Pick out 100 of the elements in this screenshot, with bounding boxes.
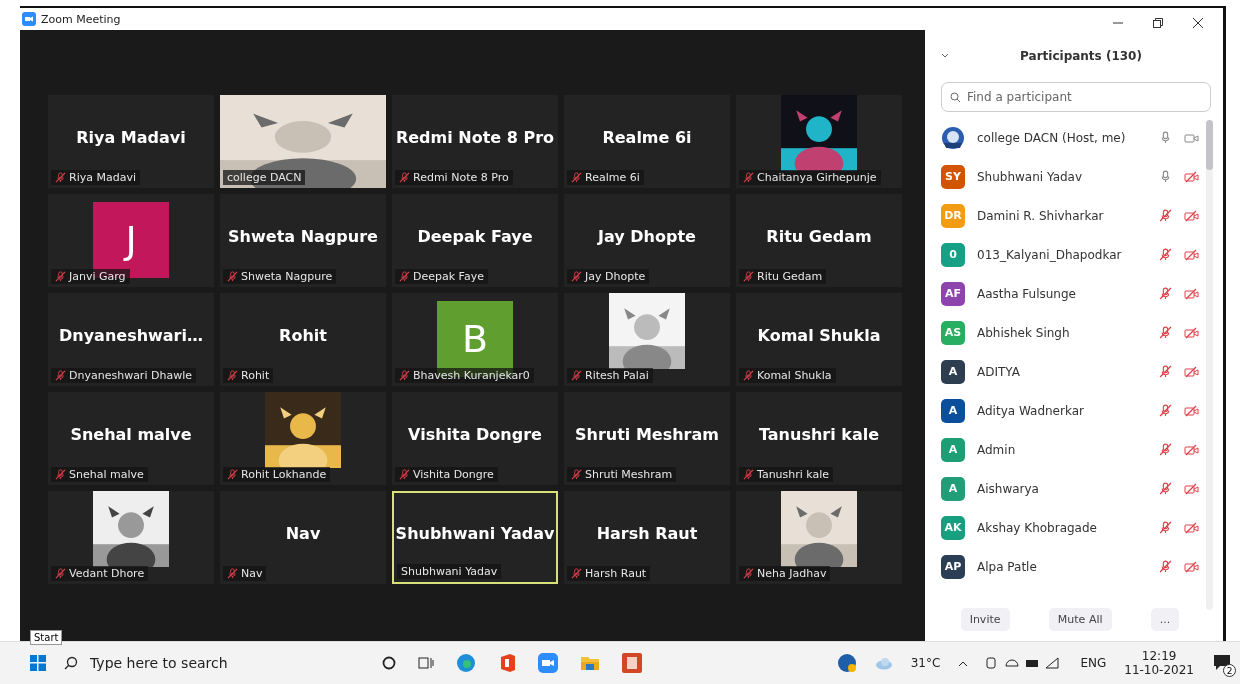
participant-row[interactable]: A Aishwarya bbox=[941, 469, 1199, 508]
name-label: Tanushri kale bbox=[739, 467, 834, 482]
participant-name: Jay Dhopte bbox=[598, 227, 696, 246]
video-tile[interactable]: Chaitanya Girhepunje bbox=[736, 95, 902, 188]
video-tile[interactable]: Ritu Gedam Ritu Gedam bbox=[736, 194, 902, 287]
participant-row[interactable]: 0 013_Kalyani_Dhapodkar bbox=[941, 235, 1199, 274]
panel-button[interactable]: Invite bbox=[960, 607, 1010, 631]
video-tile[interactable]: Rohit Lokhande bbox=[220, 392, 386, 485]
help-icon[interactable] bbox=[836, 653, 857, 674]
avatar: A bbox=[941, 359, 965, 384]
video-camera-app-icon[interactable] bbox=[538, 653, 558, 674]
participant-row[interactable]: college DACN (Host, me) bbox=[941, 118, 1199, 157]
task-view-icon[interactable] bbox=[418, 656, 434, 671]
participant-name: Realme 6i bbox=[602, 128, 692, 147]
video-tile[interactable]: Shweta Nagpure Shweta Nagpure bbox=[220, 194, 386, 287]
time: 12:19 bbox=[1141, 649, 1177, 664]
participant-name: Shubhwani Yadav bbox=[977, 169, 1084, 184]
participant-row[interactable]: AK Akshay Khobragade bbox=[941, 508, 1199, 547]
video-tile[interactable]: Dnyaneshwari… Dnyaneshwari Dhawle bbox=[48, 293, 214, 386]
participant-row[interactable]: AP Alpa Patle bbox=[941, 547, 1199, 586]
date: 11-10-2021 bbox=[1124, 663, 1194, 678]
name-label: Shruti Meshram bbox=[567, 467, 677, 482]
avatar: AF bbox=[941, 281, 965, 306]
participant-name: Alpa Patle bbox=[977, 559, 1038, 574]
participant-name: Shubhwani Yadav bbox=[395, 524, 555, 543]
presentation-app-icon[interactable] bbox=[622, 653, 642, 674]
close-icon[interactable] bbox=[1193, 18, 1203, 28]
video-tile[interactable]: college DACN bbox=[220, 95, 386, 188]
chevron-up-icon[interactable] bbox=[958, 659, 969, 667]
video-tile[interactable]: Ritesh Palai bbox=[564, 293, 730, 386]
search-field[interactable]: Find a participant bbox=[941, 82, 1211, 112]
video-tile[interactable]: Vishita Dongre Vishita Dongre bbox=[392, 392, 558, 485]
participant-row[interactable]: DR Damini R. Shivharkar bbox=[941, 196, 1199, 235]
participant-name: Aditya Wadnerkar bbox=[977, 403, 1085, 418]
name-label: Chaitanya Girhepunje bbox=[739, 170, 881, 185]
participant-name: Aishwarya bbox=[977, 481, 1040, 496]
panel-button[interactable]: ... bbox=[1150, 607, 1180, 631]
video-tile[interactable]: Redmi Note 8 Pro Redmi Note 8 Pro bbox=[392, 95, 558, 188]
participant-row[interactable]: A Aditya Wadnerkar bbox=[941, 391, 1199, 430]
participant-row[interactable]: AF Aastha Fulsunge bbox=[941, 274, 1199, 313]
search-icon bbox=[950, 91, 961, 103]
search-icon bbox=[64, 656, 78, 671]
name-label: Komal Shukla bbox=[739, 368, 836, 383]
participant-name: Deepak Faye bbox=[417, 227, 533, 246]
video-tile[interactable]: Deepak Faye Deepak Faye bbox=[392, 194, 558, 287]
name-label: Shubhwani Yadav bbox=[397, 564, 502, 579]
video-tile[interactable]: Rohit Rohit bbox=[220, 293, 386, 386]
video-tile[interactable]: J Janvi Garg bbox=[48, 194, 214, 287]
clock[interactable]: 12:19 11-10-2021 bbox=[1124, 649, 1194, 678]
video-tile[interactable]: Nav Nav bbox=[220, 491, 386, 584]
name-label: Harsh Raut bbox=[567, 566, 651, 581]
video-tile[interactable]: Vedant Dhore bbox=[48, 491, 214, 584]
name-label: Neha Jadhav bbox=[739, 566, 831, 581]
scrollbar[interactable] bbox=[1206, 120, 1213, 610]
participant-row[interactable]: SY Shubhwani Yadav bbox=[941, 157, 1199, 196]
name-label: Redmi Note 8 Pro bbox=[395, 170, 513, 185]
edge-browser-icon[interactable] bbox=[456, 653, 476, 674]
participant-row[interactable]: A Admin bbox=[941, 430, 1199, 469]
video-tile[interactable]: Tanushri kale Tanushri kale bbox=[736, 392, 902, 485]
participant-name: 013_Kalyani_Dhapodkar bbox=[977, 247, 1123, 262]
video-tile[interactable]: Jay Dhopte Jay Dhopte bbox=[564, 194, 730, 287]
name-label: Dnyaneshwari Dhawle bbox=[51, 368, 196, 383]
participant-name: Damini R. Shivharkar bbox=[977, 208, 1105, 223]
cortana-icon[interactable] bbox=[382, 656, 396, 671]
active-speaker-tile[interactable]: Shubhwani Yadav Shubhwani Yadav bbox=[392, 491, 558, 584]
video-tile[interactable]: Neha Jadhav bbox=[736, 491, 902, 584]
participant-name: Shruti Meshram bbox=[575, 425, 719, 444]
panel-button[interactable]: Mute All bbox=[1048, 607, 1112, 631]
folder-icon[interactable] bbox=[580, 654, 600, 673]
participant-name: Akshay Khobragade bbox=[977, 520, 1098, 535]
name-label: Realme 6i bbox=[567, 170, 644, 185]
participant-name: Rohit bbox=[279, 326, 327, 345]
participant-name: Tanushri kale bbox=[758, 425, 880, 444]
avatar: SY bbox=[941, 164, 965, 189]
participant-name: Admin bbox=[977, 442, 1017, 457]
name-label: Nav bbox=[223, 566, 267, 581]
windows-start-icon[interactable] bbox=[30, 655, 46, 672]
office-icon[interactable] bbox=[498, 653, 516, 674]
participant-name: ADITYA bbox=[977, 364, 1021, 379]
video-tile[interactable]: Snehal malve Snehal malve bbox=[48, 392, 214, 485]
name-label: Vedant Dhore bbox=[51, 566, 149, 581]
participant-name: Shweta Nagpure bbox=[228, 227, 378, 246]
participant-row[interactable]: AS Abhishek Singh bbox=[941, 313, 1199, 352]
chevron-down-icon[interactable] bbox=[941, 53, 949, 59]
name-label: Bhavesh Kuranjekar0 bbox=[395, 368, 534, 383]
avatar: DR bbox=[941, 203, 965, 228]
name-label: Snehal malve bbox=[51, 467, 148, 482]
video-tile[interactable]: Komal Shukla Komal Shukla bbox=[736, 293, 902, 386]
input-language[interactable]: ENG bbox=[1080, 656, 1107, 671]
taskbar-search-field[interactable]: Type here to search bbox=[88, 654, 352, 673]
restore-icon[interactable] bbox=[1153, 18, 1163, 28]
video-tile[interactable]: B Bhavesh Kuranjekar0 bbox=[392, 293, 558, 386]
name-label: Deepak Faye bbox=[395, 269, 488, 284]
video-tile[interactable]: Harsh Raut Harsh Raut bbox=[564, 491, 730, 584]
participant-name: college DACN (Host, me) bbox=[977, 130, 1127, 145]
video-tile[interactable]: Shruti Meshram Shruti Meshram bbox=[564, 392, 730, 485]
video-tile[interactable]: Riya Madavi Riya Madavi bbox=[48, 95, 214, 188]
participant-row[interactable]: A ADITYA bbox=[941, 352, 1199, 391]
video-tile[interactable]: Realme 6i Realme 6i bbox=[564, 95, 730, 188]
avatar: AS bbox=[941, 320, 965, 345]
